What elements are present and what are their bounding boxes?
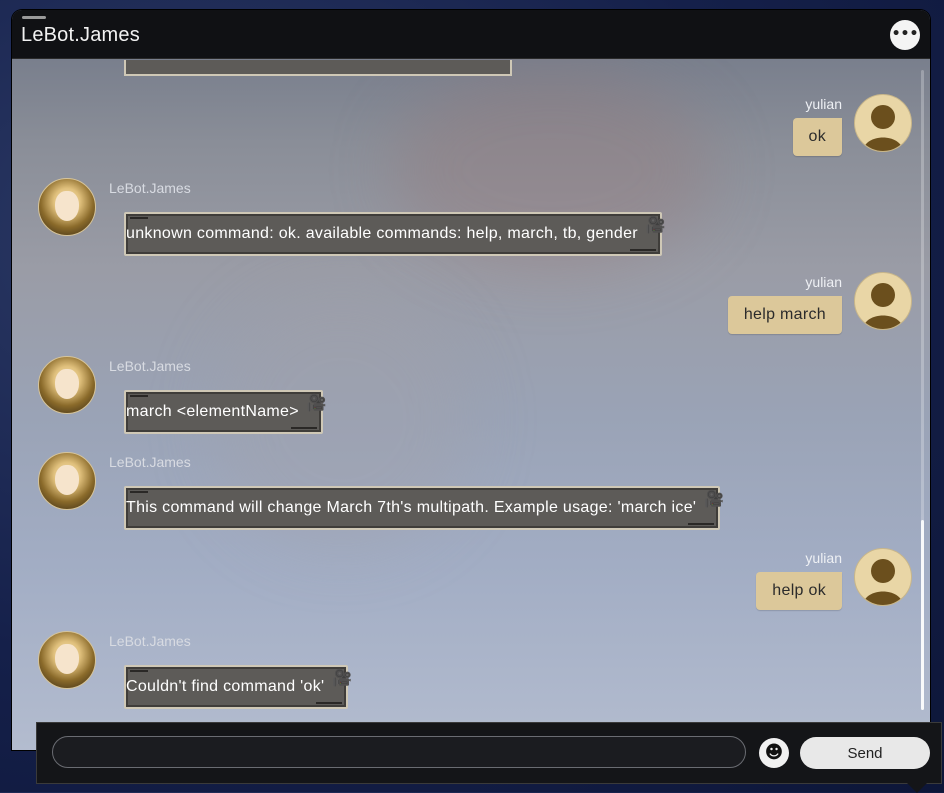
user-avatar[interactable] <box>854 548 912 606</box>
message-input[interactable] <box>52 736 746 768</box>
chat-window: LeBot.James ••• yulian ok LeBot.James 🎥 … <box>12 10 930 750</box>
camera-icon: 🎥 <box>306 395 327 412</box>
sender-name: LeBot.James <box>109 358 191 374</box>
user-message-bubble: help march <box>727 296 842 334</box>
message-bot: LeBot.James 🎥 Couldn't find command 'ok' <box>38 631 438 711</box>
user-message-bubble: ok <box>792 118 842 156</box>
bot-message-text: Couldn't find command 'ok' <box>126 678 325 695</box>
bot-message-text: unknown command: ok. available commands:… <box>126 225 638 242</box>
sender-name: yulian <box>805 274 842 290</box>
sender-name: LeBot.James <box>109 633 191 649</box>
sender-name: LeBot.James <box>109 454 191 470</box>
window-title: LeBot.James <box>21 24 140 46</box>
send-button[interactable]: Send <box>800 737 930 769</box>
bot-message-text: This command will change March 7th's mul… <box>126 499 697 516</box>
message-user: yulian help ok <box>612 548 912 618</box>
camera-icon: 🎥 <box>332 670 353 687</box>
more-options-button[interactable]: ••• <box>890 20 920 50</box>
message-bot: LeBot.James 🎥 This command will change M… <box>38 452 798 532</box>
camera-icon: 🎥 <box>645 217 666 234</box>
bot-message-bubble: 🎥 unknown command: ok. available command… <box>124 212 666 256</box>
title-bar: LeBot.James ••• <box>12 10 930 59</box>
bot-message-text: march <elementName> <box>126 403 299 420</box>
clipped-bot-bubble <box>124 60 512 76</box>
bot-message-bubble: 🎥 This command will change March 7th's m… <box>124 486 724 530</box>
message-bot: LeBot.James 🎥 march <elementName> <box>38 356 438 436</box>
user-avatar[interactable] <box>854 94 912 152</box>
more-icon: ••• <box>891 26 919 42</box>
sender-name: yulian <box>805 96 842 112</box>
message-bot: LeBot.James 🎥 unknown command: ok. avail… <box>38 178 738 258</box>
sender-name: yulian <box>805 550 842 566</box>
sender-name: LeBot.James <box>109 180 191 196</box>
drag-handle[interactable] <box>22 16 46 19</box>
message-user: yulian help march <box>612 272 912 342</box>
emoji-icon: ☻ <box>764 742 784 763</box>
camera-icon: 🎥 <box>704 491 725 508</box>
bot-avatar[interactable] <box>38 356 96 414</box>
message-composer: ☻ Send <box>36 722 942 793</box>
bot-message-bubble: 🎥 Couldn't find command 'ok' <box>124 665 352 709</box>
bot-message-bubble: 🎥 march <elementName> <box>124 390 327 434</box>
message-user: yulian ok <box>612 94 912 164</box>
bot-avatar[interactable] <box>38 178 96 236</box>
bot-avatar[interactable] <box>38 452 96 510</box>
emoji-button[interactable]: ☻ <box>759 738 789 768</box>
user-message-bubble: help ok <box>756 572 842 610</box>
bot-avatar[interactable] <box>38 631 96 689</box>
user-avatar[interactable] <box>854 272 912 330</box>
scrollbar-thumb[interactable] <box>921 520 924 710</box>
